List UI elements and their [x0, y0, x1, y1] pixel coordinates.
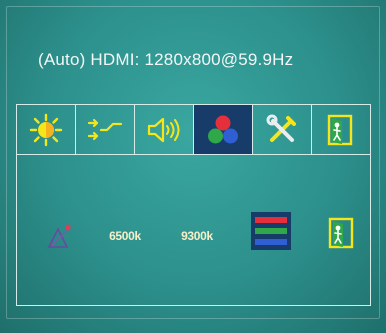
auto-color-option[interactable] — [45, 221, 75, 251]
volume-icon — [145, 115, 183, 145]
color-temp-6500k-label: 6500k — [109, 229, 141, 243]
color-settings-panel: 6500k 9300k — [16, 154, 371, 306]
auto-color-icon — [45, 221, 75, 251]
resolution-status: (Auto) HDMI: 1280x800@59.9Hz — [38, 50, 294, 69]
color-exit-option[interactable] — [327, 215, 357, 251]
color-temp-9300k-option[interactable]: 9300k — [173, 227, 221, 245]
color-temp-9300k-label: 9300k — [181, 229, 213, 243]
tools-icon — [265, 113, 299, 147]
exit-icon — [326, 113, 356, 147]
tab-exit[interactable] — [311, 104, 371, 154]
monitor-osd-screen: (Auto) HDMI: 1280x800@59.9Hz 6500k 9300k — [0, 0, 386, 333]
color-temp-6500k-option[interactable]: 6500k — [101, 227, 149, 245]
user-color-icon — [251, 212, 291, 250]
input-switch-icon — [86, 115, 124, 145]
tab-color[interactable] — [193, 104, 252, 154]
tab-tools[interactable] — [252, 104, 311, 154]
exit-icon — [327, 216, 357, 250]
osd-tab-bar — [16, 104, 371, 154]
brightness-icon — [29, 113, 63, 147]
tab-input[interactable] — [75, 104, 134, 154]
tab-brightness[interactable] — [16, 104, 75, 154]
tab-audio[interactable] — [134, 104, 193, 154]
color-icon — [206, 113, 240, 147]
user-color-option[interactable] — [249, 209, 293, 253]
